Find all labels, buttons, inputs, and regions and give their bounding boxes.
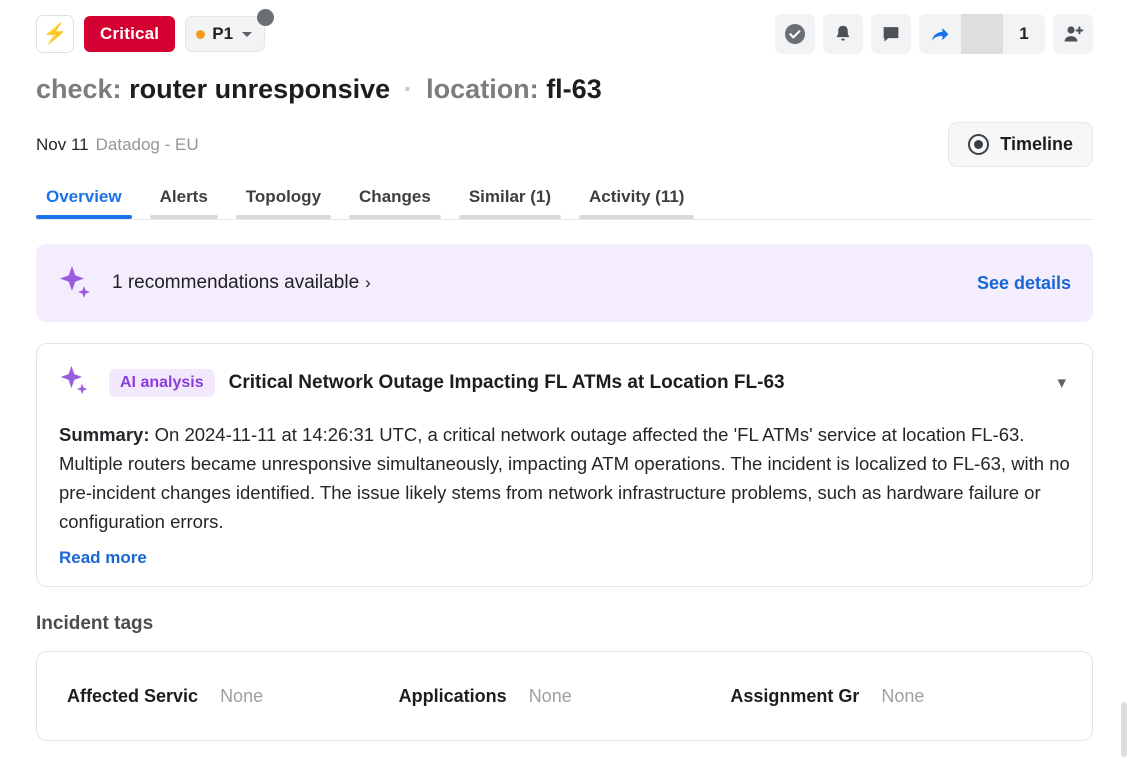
tab-label: Similar (1) <box>468 187 552 206</box>
add-user-icon <box>1064 26 1084 42</box>
recommendation-text: 1 recommendations available <box>112 272 360 293</box>
priority-dropdown[interactable]: P1 <box>185 16 266 52</box>
tab-underline <box>349 215 441 219</box>
timeline-target-icon <box>968 134 990 155</box>
tab-similar[interactable]: Similar (1) <box>458 181 562 219</box>
title-check-value: router unresponsive <box>129 74 391 104</box>
see-details-link[interactable]: See details <box>977 273 1071 294</box>
tag-value: None <box>528 686 572 706</box>
ai-analysis-header: AI analysis Critical Network Outage Impa… <box>59 364 1070 402</box>
comments-button[interactable] <box>871 14 911 54</box>
title-separator: · <box>403 74 413 104</box>
tab-changes[interactable]: Changes <box>349 181 441 219</box>
incident-source: Datadog - EU <box>95 134 199 154</box>
check-circle-icon <box>785 24 805 44</box>
timeline-button-label: Timeline <box>1000 134 1073 154</box>
page-title: check: router unresponsive · location: f… <box>0 58 1129 106</box>
tab-underline <box>235 215 332 219</box>
tab-label: Alerts <box>159 187 208 206</box>
title-location-label: location: <box>426 74 539 104</box>
chevron-down-icon <box>242 31 253 37</box>
severity-badge-group: ⚡ Critical P1 <box>36 9 275 53</box>
summary-label: Summary: <box>59 424 150 445</box>
chevron-right-icon: › <box>365 273 371 292</box>
share-button-group[interactable]: 1 <box>919 14 1045 54</box>
add-user-button[interactable] <box>1053 14 1093 54</box>
read-more-link[interactable]: Read more <box>59 548 1070 568</box>
tab-underline <box>458 215 562 219</box>
recommendation-banner[interactable]: 1 recommendations available › See detail… <box>36 244 1093 322</box>
tab-underline <box>579 215 695 219</box>
tab-overview[interactable]: Overview <box>36 181 132 219</box>
resolve-button[interactable] <box>775 14 815 54</box>
tab-bar: Overview Alerts Topology Changes Similar… <box>0 167 1129 219</box>
tab-label: Overview <box>46 187 122 206</box>
share-arrow-icon <box>932 28 949 41</box>
divider <box>961 14 1003 54</box>
bell-icon <box>836 25 850 41</box>
meta-row: Nov 11 Datadog - EU Timeline <box>0 106 1129 167</box>
title-check-label: check: <box>36 74 122 104</box>
ai-analysis-summary: Summary: On 2024-11-11 at 14:26:31 UTC, … <box>59 420 1070 536</box>
timeline-button[interactable]: Timeline <box>948 122 1093 167</box>
comment-icon <box>883 27 899 42</box>
tag-value: None <box>881 686 925 706</box>
top-action-bar: ⚡ Critical P1 1 <box>0 0 1129 58</box>
lightning-bolt-button[interactable]: ⚡ <box>36 15 74 53</box>
sparkle-icon <box>58 264 94 302</box>
severity-badge[interactable]: Critical <box>84 16 176 52</box>
tab-bar-rule <box>36 219 1093 220</box>
tag-key: Affected Servic <box>67 686 199 706</box>
tab-alerts[interactable]: Alerts <box>149 181 218 219</box>
tag-item-assignment-group: Assignment Gr None <box>730 686 1062 740</box>
tab-underline <box>149 215 218 219</box>
tab-label: Changes <box>359 187 431 206</box>
action-buttons: 1 <box>775 14 1093 54</box>
ai-analysis-badge: AI analysis <box>109 369 215 397</box>
tab-label: Topology <box>245 187 322 206</box>
ai-analysis-card: AI analysis Critical Network Outage Impa… <box>36 343 1093 587</box>
title-location-value: fl-63 <box>546 74 602 104</box>
lightning-bolt-icon: ⚡ <box>42 23 68 45</box>
priority-label: P1 <box>212 24 234 43</box>
incident-tags-card: Affected Servic None Applications None A… <box>36 651 1093 741</box>
tab-underline <box>36 215 132 219</box>
notifications-button[interactable] <box>823 14 863 54</box>
tag-value: None <box>220 686 264 706</box>
tag-item-applications: Applications None <box>399 686 731 740</box>
tag-item-affected-service: Affected Servic None <box>67 686 399 740</box>
vertical-scrollbar[interactable] <box>1121 702 1127 757</box>
chevron-down-icon[interactable]: ▾ <box>1057 373 1070 393</box>
share-count: 1 <box>1019 24 1029 43</box>
priority-selector-wrap: P1 <box>185 9 275 52</box>
sparkle-icon <box>59 364 95 402</box>
ai-analysis-title: Critical Network Outage Impacting FL ATM… <box>228 372 785 393</box>
incident-tags-heading: Incident tags <box>36 613 154 634</box>
priority-dot-icon <box>196 29 206 39</box>
tag-key: Applications <box>398 686 507 706</box>
tab-label: Activity (11) <box>589 187 685 206</box>
tab-activity[interactable]: Activity (11) <box>579 181 695 219</box>
share-button[interactable] <box>919 14 961 54</box>
incident-date: Nov 11 <box>36 134 89 154</box>
summary-text: On 2024-11-11 at 14:26:31 UTC, a critica… <box>59 424 1070 532</box>
status-dot-badge <box>257 9 275 26</box>
tab-topology[interactable]: Topology <box>235 181 332 219</box>
tag-key: Assignment Gr <box>730 686 860 706</box>
incident-detail-page: ⚡ Critical P1 1 check: router unresponsi… <box>0 0 1129 757</box>
